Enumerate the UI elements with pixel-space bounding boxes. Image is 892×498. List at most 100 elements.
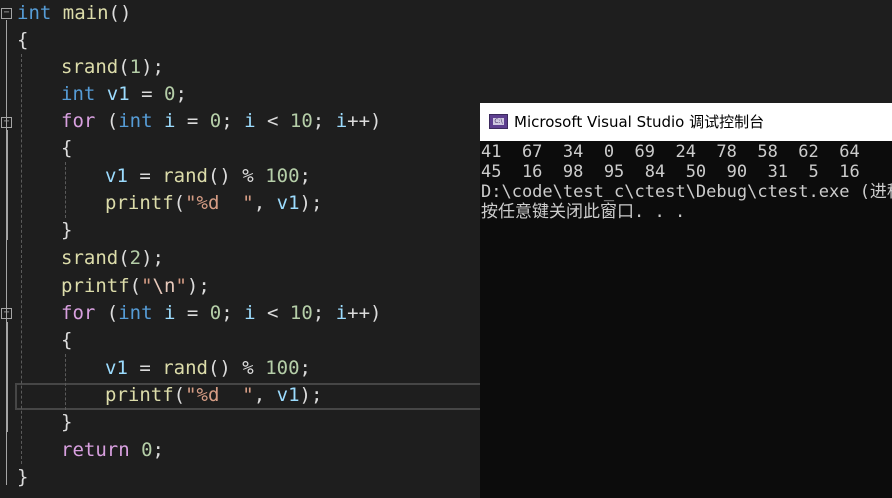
- code-token: }: [61, 411, 73, 433]
- code-text: for (int i = 0; i < 10; i++): [61, 108, 381, 135]
- code-token: =: [127, 165, 163, 187]
- console-line: 按任意键关闭此窗口. . .: [481, 202, 686, 222]
- indent-guide-for-1: [65, 162, 66, 218]
- outline-bar-for-1: [7, 130, 8, 240]
- code-token: ,: [253, 192, 277, 214]
- code-text: }: [17, 464, 28, 491]
- code-token: ;: [175, 83, 187, 105]
- code-token: int: [118, 302, 153, 324]
- code-token: srand: [61, 56, 119, 78]
- outline-bar-for-2: [7, 322, 8, 432]
- code-text: }: [61, 409, 72, 436]
- console-line: 45 16 98 95 84 50 90 31 5 16: [481, 162, 860, 182]
- code-token: 0: [164, 83, 176, 105]
- code-token: rand: [162, 165, 208, 187]
- code-text: }: [61, 217, 72, 244]
- code-token: ;: [221, 110, 245, 132]
- code-token: rand: [162, 357, 208, 379]
- code-token: {: [61, 137, 73, 159]
- console-app-icon: C:\: [489, 114, 508, 129]
- code-token: ;: [299, 357, 311, 379]
- code-text: {: [61, 327, 72, 354]
- code-token: ": [175, 275, 187, 297]
- code-token: v1: [106, 83, 130, 105]
- code-token: v1: [105, 165, 128, 187]
- code-token: <: [255, 302, 290, 324]
- code-token: ;: [152, 439, 164, 461]
- debug-console-window[interactable]: C:\ Microsoft Visual Studio 调试控制台 41 67 …: [480, 103, 892, 498]
- code-token: (: [95, 302, 119, 324]
- code-token: ;: [221, 302, 245, 324]
- console-line: D:\code\test_c\ctest\Debug\ctest.exe (进程: [481, 182, 892, 202]
- code-token: "%d ": [185, 192, 254, 214]
- code-token: () %: [207, 165, 266, 187]
- code-token: i: [164, 110, 176, 132]
- code-text: int main(): [17, 0, 131, 27]
- code-token: =: [127, 357, 163, 379]
- code-token: (: [95, 110, 119, 132]
- code-token: printf: [61, 275, 130, 297]
- code-token: \n: [152, 275, 176, 297]
- code-token: <: [255, 110, 290, 132]
- code-token: v1: [276, 192, 300, 214]
- code-token: () %: [207, 357, 266, 379]
- code-token: 2: [129, 247, 142, 269]
- code-token: (: [118, 56, 130, 78]
- code-token: 100: [265, 165, 300, 187]
- console-line: 41 67 34 0 69 24 78 58 62 64: [481, 142, 860, 162]
- code-token: for: [61, 302, 96, 324]
- console-title: Microsoft Visual Studio 调试控制台: [514, 113, 765, 131]
- code-text: for (int i = 0; i < 10; i++): [61, 300, 381, 327]
- code-token: =: [175, 302, 210, 324]
- code-token: main: [62, 2, 109, 24]
- code-token: }: [61, 219, 73, 241]
- code-text: printf("%d ", v1);: [105, 382, 322, 409]
- code-text: v1 = rand() % 100;: [105, 163, 311, 190]
- code-text: v1 = rand() % 100;: [105, 355, 311, 382]
- code-token: 0: [209, 302, 222, 324]
- code-token: i: [244, 110, 256, 132]
- code-text: printf("\n");: [61, 273, 210, 300]
- collapse-main-icon[interactable]: −: [1, 8, 12, 19]
- code-token: {: [17, 29, 29, 51]
- code-token: v1: [105, 357, 128, 379]
- code-text: srand(1);: [61, 54, 164, 81]
- code-token: (: [118, 247, 130, 269]
- code-token: i: [244, 302, 256, 324]
- code-token: ;: [312, 110, 336, 132]
- code-text: {: [17, 27, 28, 54]
- code-token: "%d ": [185, 384, 254, 406]
- code-token: );: [186, 275, 210, 297]
- code-token: ;: [299, 165, 311, 187]
- code-token: =: [129, 83, 164, 105]
- code-token: 10: [289, 110, 313, 132]
- code-token: );: [141, 56, 164, 78]
- code-token: v1: [276, 384, 300, 406]
- code-text: {: [61, 135, 72, 162]
- code-token: int: [118, 110, 153, 132]
- code-token: (: [173, 384, 186, 406]
- code-token: i: [335, 302, 348, 324]
- code-text: printf("%d ", v1);: [105, 190, 322, 217]
- code-token: return: [61, 439, 130, 461]
- code-token: );: [299, 384, 323, 406]
- code-token: 10: [289, 302, 313, 324]
- code-token: =: [175, 110, 210, 132]
- code-token: printf: [105, 384, 174, 406]
- code-token: (: [129, 275, 142, 297]
- code-token: i: [335, 110, 348, 132]
- code-token: int: [17, 2, 52, 24]
- code-token: ++): [347, 110, 382, 132]
- code-token: );: [299, 192, 323, 214]
- console-titlebar[interactable]: C:\ Microsoft Visual Studio 调试控制台: [480, 103, 892, 141]
- code-text: int v1 = 0;: [61, 81, 187, 108]
- code-text: return 0;: [61, 437, 164, 464]
- code-token: {: [61, 329, 73, 351]
- console-output[interactable]: 41 67 34 0 69 24 78 58 62 64 45 16 98 95…: [480, 141, 892, 498]
- code-token: printf: [105, 192, 174, 214]
